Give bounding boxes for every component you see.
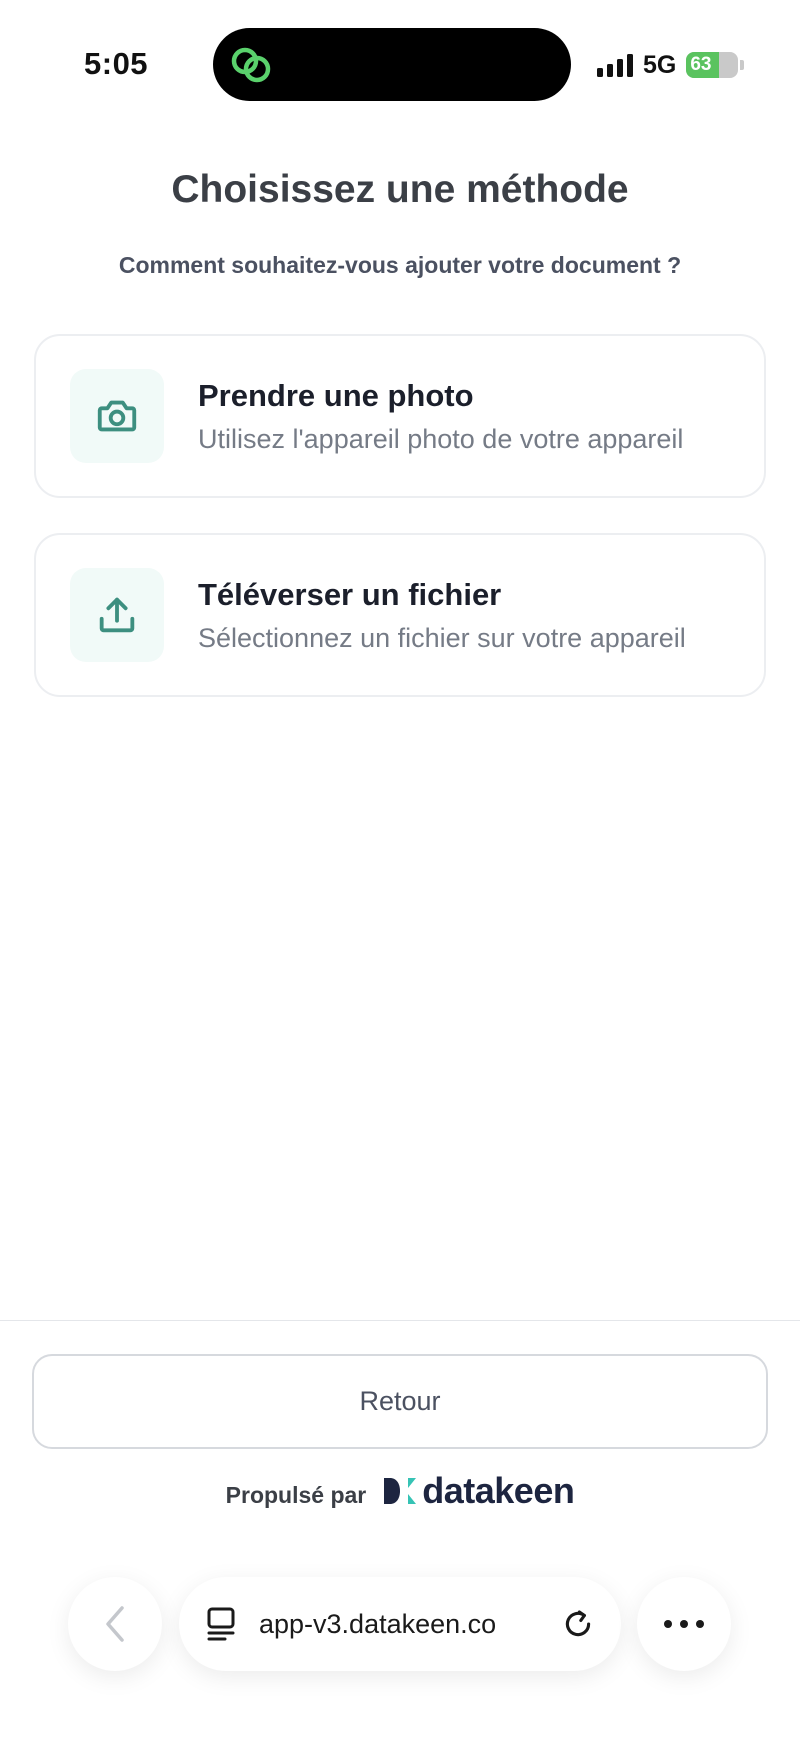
- address-bar[interactable]: app-v3.datakeen.co: [179, 1577, 621, 1671]
- powered-by: Propulsé par datakeen: [0, 1470, 800, 1512]
- camera-icon: [97, 400, 137, 432]
- page-subtitle: Comment souhaitez-vous ajouter votre doc…: [118, 252, 682, 278]
- status-indicators: 5G 63: [597, 48, 745, 82]
- page-title: Choisissez une méthode: [171, 168, 629, 211]
- option-description: Utilisez l'appareil photo de votre appar…: [198, 423, 684, 454]
- network-type: 5G: [643, 50, 677, 79]
- take-photo-option[interactable]: Prendre une photo Utilisez l'appareil ph…: [34, 334, 766, 498]
- option-description: Sélectionnez un fichier sur votre appare…: [198, 622, 686, 653]
- battery-cap: [740, 60, 745, 70]
- datakeen-logo: datakeen: [382, 1470, 575, 1512]
- more-dots-icon: [664, 1620, 704, 1628]
- battery-level: 63: [690, 54, 712, 75]
- option-icon-box: [70, 369, 164, 463]
- battery-icon: 63: [686, 52, 739, 78]
- status-time: 5:05: [84, 46, 149, 81]
- more-options-button[interactable]: [637, 1577, 731, 1671]
- back-button[interactable]: Retour: [32, 1354, 768, 1449]
- option-icon-box: [70, 568, 164, 662]
- option-text: Prendre une photo Utilisez l'appareil ph…: [198, 378, 683, 455]
- page-menu-icon: [207, 1607, 235, 1641]
- status-bar: 5:05 5G 63: [0, 0, 800, 120]
- option-title: Téléverser un fichier: [198, 576, 502, 612]
- browser-toolbar: app-v3.datakeen.co: [0, 1560, 800, 1739]
- upload-icon: [99, 597, 135, 633]
- reload-icon[interactable]: [561, 1607, 595, 1641]
- url-text: app-v3.datakeen.co: [259, 1608, 497, 1639]
- datakeen-logo-icon: [384, 1478, 417, 1504]
- powered-by-label: Propulsé par: [225, 1481, 367, 1508]
- option-text: Téléverser un fichier Sélectionnez un fi…: [198, 577, 686, 654]
- footer-divider: [0, 1320, 800, 1321]
- option-title: Prendre une photo: [198, 377, 474, 413]
- dynamic-island: [213, 28, 571, 101]
- browser-back-button[interactable]: [68, 1577, 162, 1671]
- upload-file-option[interactable]: Téléverser un fichier Sélectionnez un fi…: [34, 533, 766, 697]
- brand-name: datakeen: [422, 1470, 575, 1511]
- link-rings-icon: [231, 47, 271, 83]
- cellular-signal-icon: [597, 53, 633, 77]
- chevron-left-icon: [106, 1606, 124, 1642]
